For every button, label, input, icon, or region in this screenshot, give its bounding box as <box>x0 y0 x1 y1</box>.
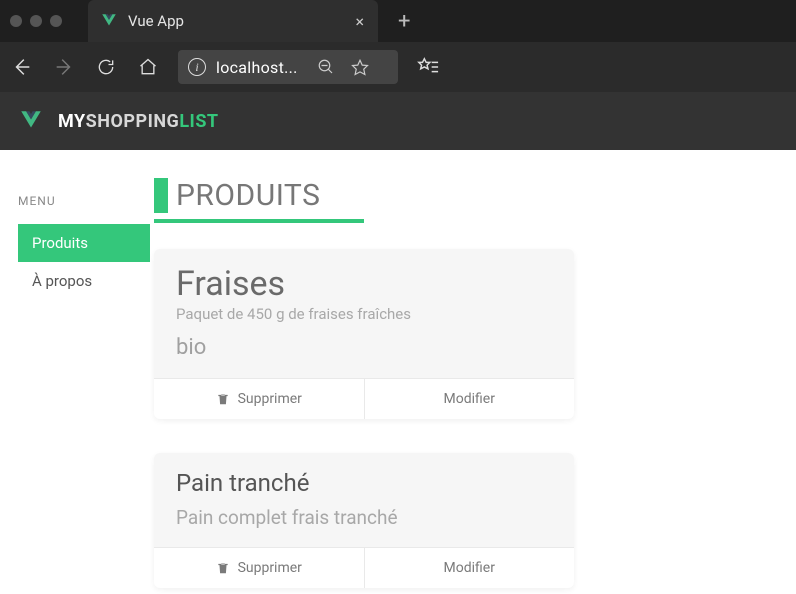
delete-button-label: Supprimer <box>238 391 302 407</box>
sidebar-item-label: Produits <box>32 234 88 252</box>
back-icon[interactable] <box>10 55 34 79</box>
menu-heading: MENU <box>18 194 150 208</box>
vue-logo-icon <box>18 108 44 134</box>
tab-close-icon[interactable]: × <box>355 12 364 31</box>
edit-button[interactable]: Modifier <box>364 379 575 419</box>
favorite-star-icon[interactable] <box>348 55 372 79</box>
favorites-list-icon[interactable] <box>416 55 440 79</box>
site-info-icon[interactable]: i <box>188 58 206 76</box>
browser-toolbar: i localhost... <box>0 42 796 92</box>
brand-my: MY <box>58 111 86 132</box>
reload-icon[interactable] <box>94 55 118 79</box>
brand-shopping: SHOPPING <box>86 111 180 132</box>
sidebar-item-apropos[interactable]: À propos <box>18 262 150 300</box>
product-description: Paquet de 450 g de fraises fraîches <box>176 305 552 323</box>
product-name: Fraises <box>176 267 552 303</box>
brand-list: LIST <box>179 111 218 132</box>
forward-icon[interactable] <box>52 55 76 79</box>
browser-tab[interactable]: Vue App × <box>88 0 378 42</box>
app-brand: MY SHOPPING LIST <box>58 111 219 132</box>
zoom-out-icon[interactable] <box>314 55 338 79</box>
edit-button-label: Modifier <box>444 560 495 576</box>
product-description: Pain complet frais tranché <box>176 506 552 529</box>
url-bar[interactable]: i localhost... <box>178 50 398 84</box>
trash-icon <box>216 392 230 406</box>
title-underline <box>154 219 364 223</box>
product-card-actions: Supprimer Modifier <box>154 547 574 588</box>
product-card: Pain tranché Pain complet frais tranché … <box>154 453 574 588</box>
trash-icon <box>216 561 230 575</box>
window-maximize-dot[interactable] <box>50 15 62 27</box>
browser-titlebar: Vue App × + <box>0 0 796 42</box>
product-card-body: Fraises Paquet de 450 g de fraises fraîc… <box>154 249 574 378</box>
product-card-body: Pain tranché Pain complet frais tranché <box>154 453 574 547</box>
sidebar: MENU Produits À propos <box>0 174 150 594</box>
delete-button-label: Supprimer <box>238 560 302 576</box>
window-controls <box>10 15 62 27</box>
page-title: PRODUITS <box>176 178 320 213</box>
product-card: Fraises Paquet de 450 g de fraises fraîc… <box>154 249 574 419</box>
vue-favicon-icon <box>100 12 118 30</box>
home-icon[interactable] <box>136 55 160 79</box>
product-tag: bio <box>176 335 552 360</box>
product-name: Pain tranché <box>176 471 552 496</box>
edit-button[interactable]: Modifier <box>364 548 575 588</box>
sidebar-item-produits[interactable]: Produits <box>18 224 150 262</box>
main-content: PRODUITS Fraises Paquet de 450 g de frai… <box>150 174 796 594</box>
sidebar-item-label: À propos <box>32 272 92 290</box>
delete-button[interactable]: Supprimer <box>154 548 364 588</box>
url-text: localhost... <box>216 58 298 77</box>
new-tab-button[interactable]: + <box>386 9 422 34</box>
delete-button[interactable]: Supprimer <box>154 379 364 419</box>
app-header: MY SHOPPING LIST <box>0 92 796 150</box>
product-card-actions: Supprimer Modifier <box>154 378 574 419</box>
window-close-dot[interactable] <box>10 15 22 27</box>
page-title-wrap: PRODUITS <box>154 178 772 213</box>
browser-chrome: Vue App × + i localhost... <box>0 0 796 92</box>
edit-button-label: Modifier <box>444 391 495 407</box>
app-body: MENU Produits À propos PRODUITS Fraises … <box>0 150 796 594</box>
browser-tab-title: Vue App <box>128 12 345 30</box>
title-accent-bar <box>154 178 168 213</box>
window-minimize-dot[interactable] <box>30 15 42 27</box>
